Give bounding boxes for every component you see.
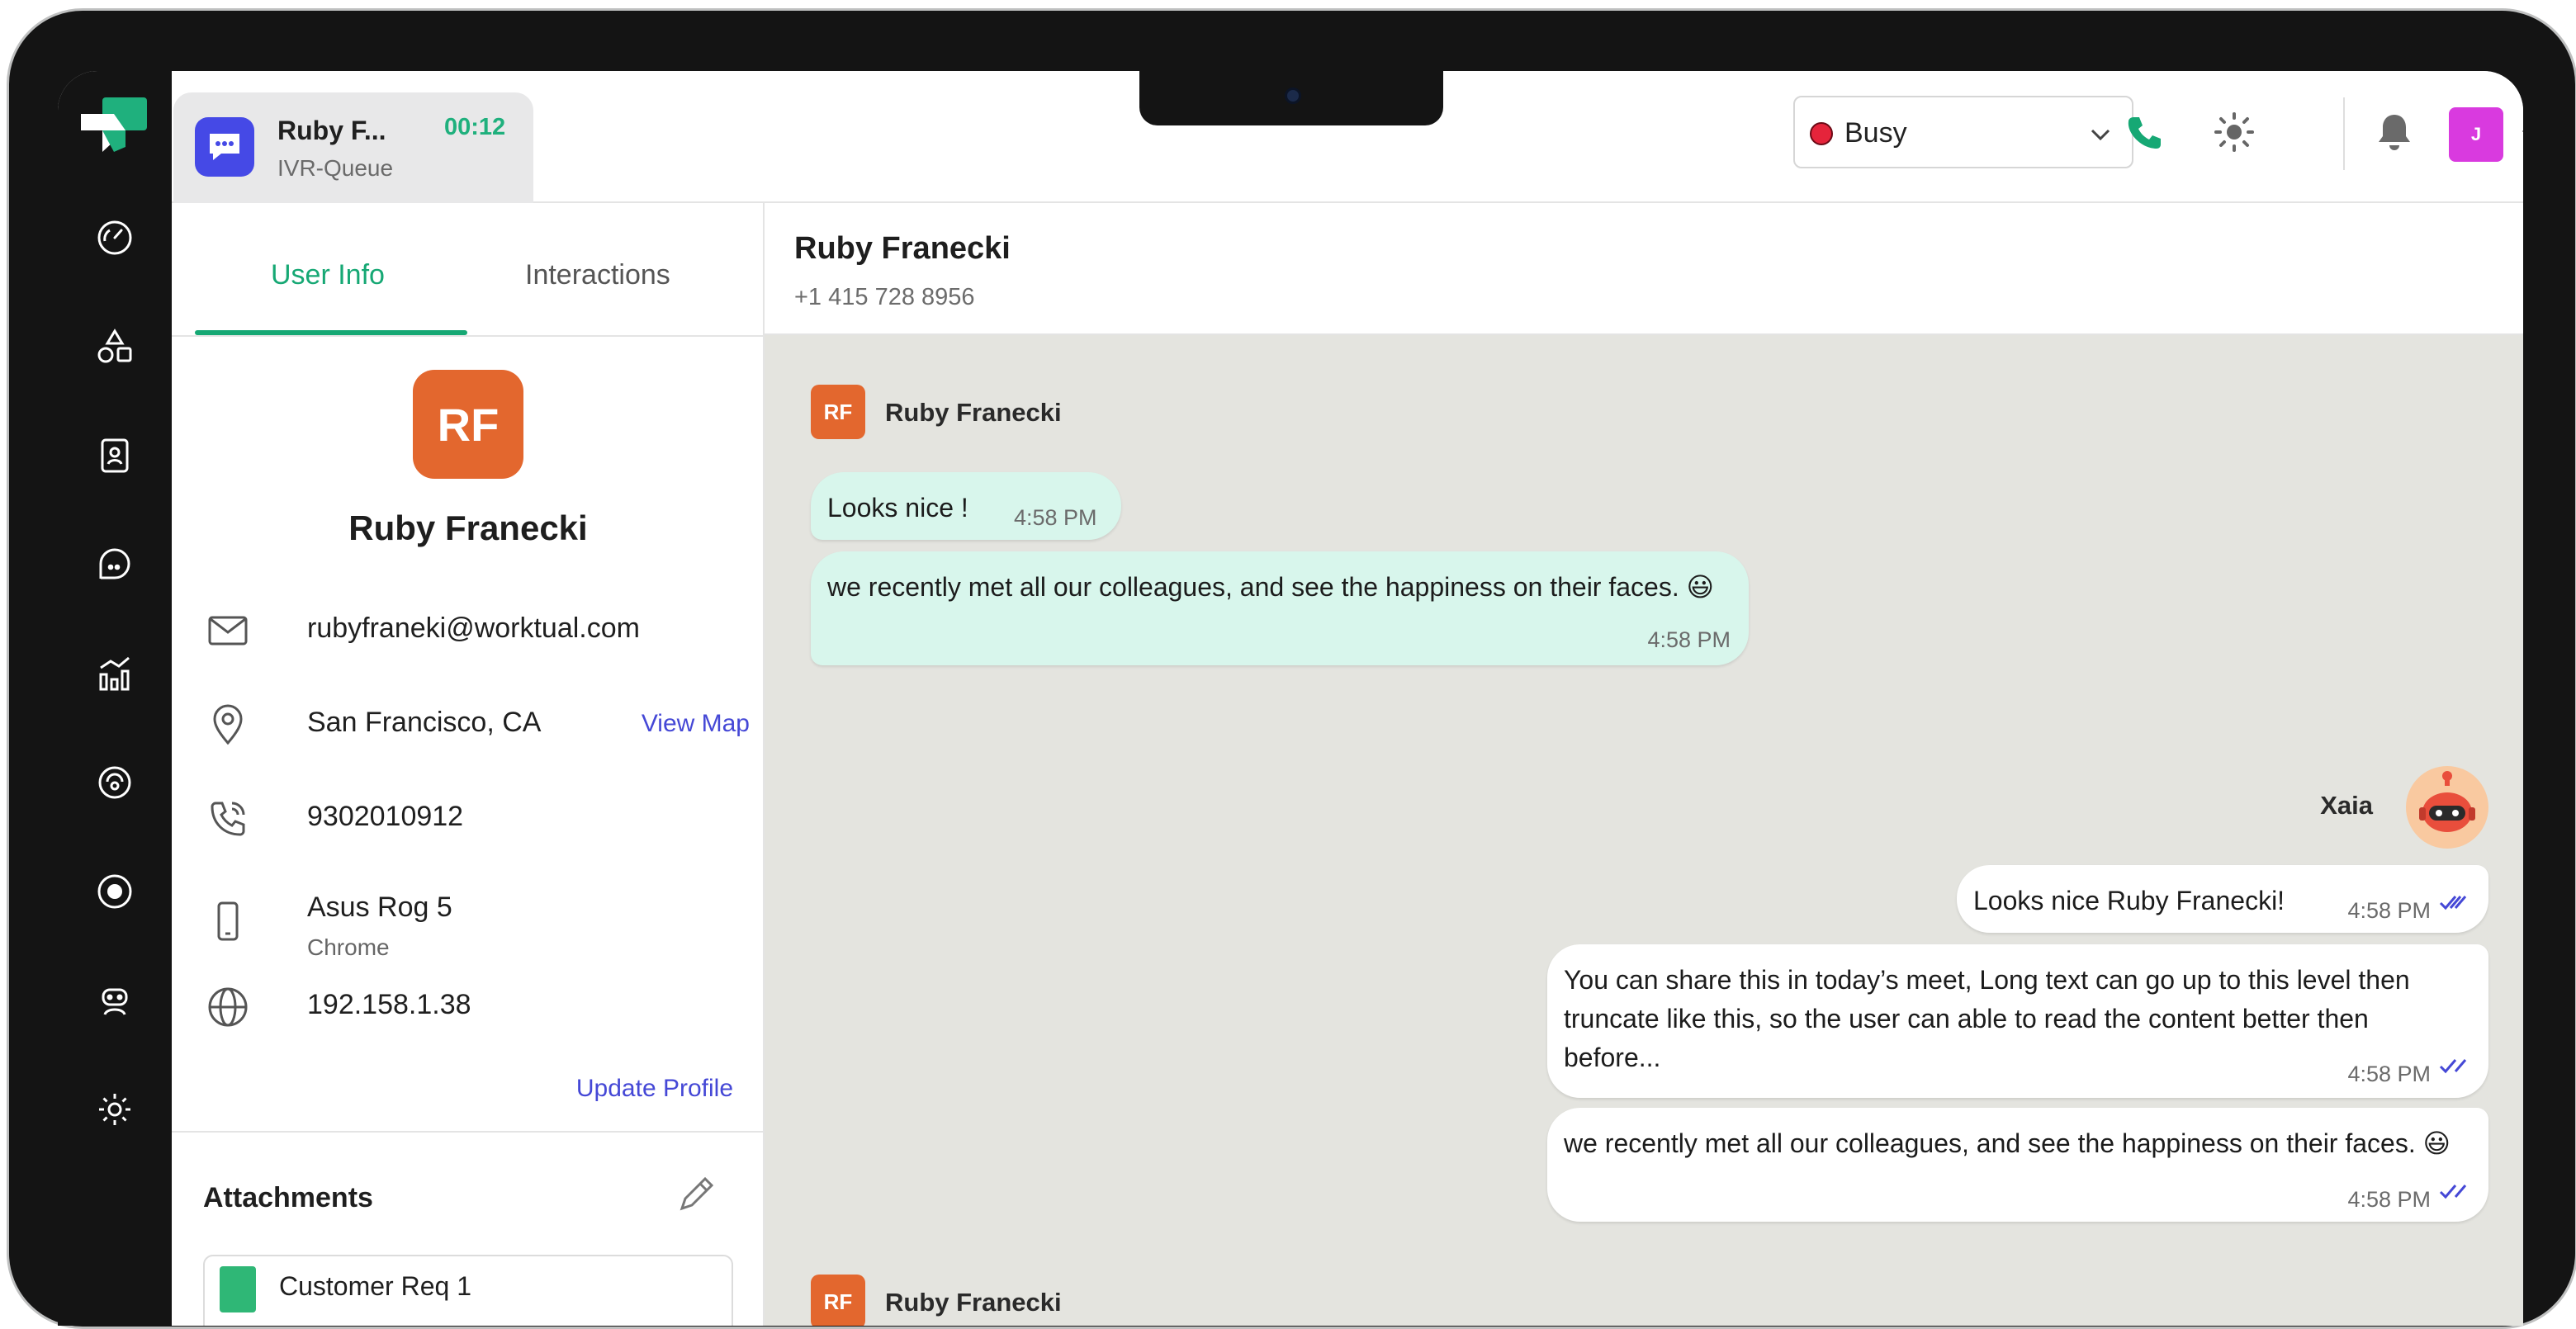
bot-icon[interactable] (92, 977, 138, 1024)
location-value: San Francisco, CA (307, 707, 542, 738)
message-bubble[interactable]: Looks nice ! 4:58 PM (811, 472, 1121, 540)
email-value: rubyfraneki@worktual.com (307, 612, 640, 644)
chat-contact-phone: +1 415 728 8956 (794, 284, 975, 310)
shapes-icon[interactable] (92, 324, 138, 370)
message-text: Looks nice Ruby Franecki! (1973, 886, 2285, 915)
info-tabs: User Info Interactions (172, 203, 765, 337)
dashboard-gauge-icon[interactable] (92, 215, 138, 261)
active-call-name: Ruby F... (277, 116, 386, 145)
panel-divider (172, 1131, 765, 1133)
user-menu-chevron-icon[interactable] (2518, 121, 2523, 151)
bot-avatar-icon (2406, 766, 2488, 849)
globe-icon (205, 984, 251, 1030)
agent-name: Xaia (2320, 791, 2373, 820)
nav-rail (58, 71, 172, 1326)
agent-status-select[interactable]: Busy (1793, 96, 2133, 168)
browser-value: Chrome (307, 934, 390, 960)
active-tab-indicator (195, 330, 467, 335)
tab-interactions[interactable]: Interactions (525, 259, 670, 291)
message-text: we recently met all our colleagues, and … (1564, 1128, 2451, 1158)
mail-icon (205, 608, 251, 654)
location-pin-icon (205, 702, 251, 748)
support-agent-icon[interactable] (92, 759, 138, 806)
notification-bell-icon[interactable] (2371, 109, 2417, 155)
message-text: You can share this in today’s meet, Long… (1564, 965, 2410, 1072)
phone-value: 9302010912 (307, 801, 464, 832)
message-time: 4:58 PM (2347, 898, 2431, 923)
profile-avatar: RF (413, 370, 523, 479)
chat-header: Ruby Franecki +1 415 728 8956 (765, 203, 2523, 335)
device-value: Asus Rog 5 (307, 892, 452, 923)
contact-avatar: RF (811, 385, 865, 439)
settings-gear-icon[interactable] (92, 1086, 138, 1133)
status-label: Busy (1844, 117, 1907, 149)
chat-bubbles-icon[interactable] (92, 542, 138, 588)
mobile-device-icon (205, 898, 251, 944)
active-call-queue: IVR-Queue (277, 155, 394, 181)
phone-ringing-icon (205, 796, 251, 842)
contacts-book-icon[interactable] (92, 433, 138, 479)
document-icon (220, 1266, 256, 1312)
message-time: 4:58 PM (1014, 505, 1097, 530)
chat-contact-name: Ruby Franecki (794, 231, 1011, 266)
ip-value: 192.158.1.38 (307, 989, 471, 1020)
message-bubble[interactable]: Looks nice Ruby Franecki! 4:58 PM (1957, 865, 2488, 933)
analytics-chart-icon[interactable] (92, 650, 138, 697)
topbar-divider (2343, 97, 2345, 170)
user-info-panel: User Info Interactions RF Ruby Franecki … (172, 203, 765, 1326)
sender-name: Ruby Franecki (885, 398, 1062, 427)
message-bubble[interactable]: we recently met all our colleagues, and … (811, 551, 1749, 665)
device-notch (1139, 71, 1443, 125)
chat-channel-icon (195, 117, 254, 177)
message-bubble[interactable]: You can share this in today’s meet, Long… (1547, 944, 2488, 1098)
message-text: we recently met all our colleagues, and … (827, 572, 1714, 602)
message-time: 4:58 PM (1647, 627, 1731, 652)
profile-name: Ruby Franecki (348, 508, 588, 547)
read-receipt-icon (2439, 1059, 2467, 1074)
message-time: 4:58 PM (2347, 1062, 2431, 1086)
attachments-title: Attachments (203, 1182, 373, 1213)
edit-pencil-icon[interactable] (675, 1174, 717, 1219)
sender-name: Ruby Franecki (885, 1288, 1062, 1317)
chevron-down-icon (2087, 121, 2114, 151)
read-receipt-icon (2439, 896, 2467, 910)
view-map-link[interactable]: View Map (642, 710, 750, 738)
message-time: 4:58 PM (2347, 1187, 2431, 1212)
active-call-tab[interactable]: Ruby F... IVR-Queue 00:12 (173, 92, 533, 203)
message-text: Looks nice ! (827, 493, 968, 523)
contact-avatar: RF (811, 1275, 865, 1326)
attachment-name: Customer Req 1 (279, 1271, 471, 1301)
app-logo (81, 97, 147, 163)
update-profile-link[interactable]: Update Profile (576, 1075, 733, 1103)
attachment-item[interactable]: Customer Req 1 (203, 1255, 733, 1326)
user-avatar[interactable]: J (2449, 107, 2503, 162)
app-screen: Ruby F... IVR-Queue 00:12 Busy J User In… (58, 71, 2523, 1326)
status-indicator (1810, 122, 1833, 145)
phone-icon[interactable] (2120, 109, 2166, 155)
chat-messages: RF Ruby Franecki Looks nice ! 4:58 PM we… (765, 335, 2523, 1326)
brightness-icon[interactable] (2211, 109, 2257, 155)
camera-icon (1285, 87, 1301, 104)
active-call-timer: 00:12 (444, 114, 506, 140)
read-receipt-icon (2439, 1185, 2467, 1199)
tab-user-info[interactable]: User Info (271, 259, 385, 291)
message-bubble[interactable]: we recently met all our colleagues, and … (1547, 1108, 2488, 1222)
record-icon[interactable] (92, 868, 138, 915)
